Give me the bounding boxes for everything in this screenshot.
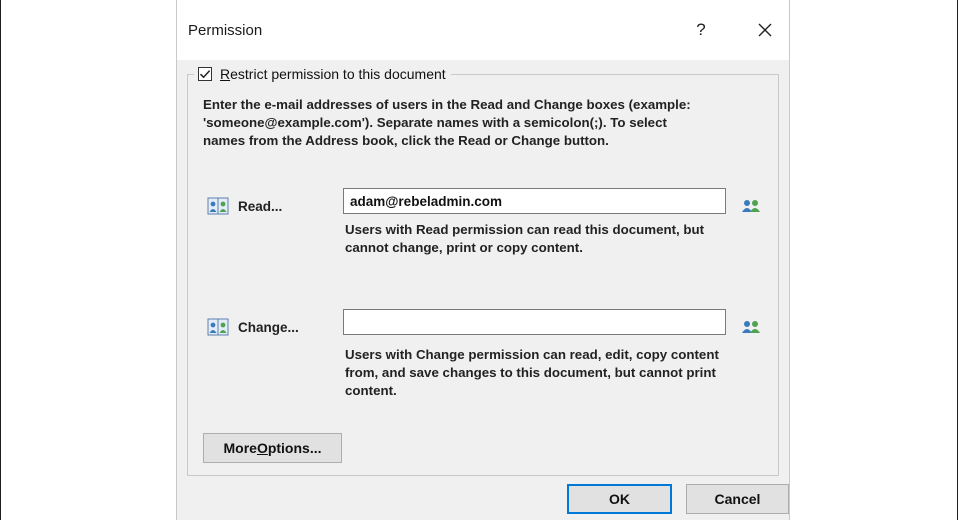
more-options-accesskey: O [256,440,268,456]
read-description: Users with Read permission can read this… [345,222,705,255]
help-button[interactable]: ? [683,14,719,46]
change-address-book-icon[interactable] [741,320,761,334]
checkmark-icon [199,70,211,79]
change-users-input[interactable] [343,309,726,335]
address-book-icon [207,318,229,336]
change-description: Users with Change permission can read, e… [345,347,719,398]
change-button-label: Change... [238,319,299,335]
more-options-button[interactable]: More Options... [203,433,342,463]
permission-dialog: Permission ? Restrict permission to this… [176,0,790,520]
read-address-book-icon[interactable] [741,199,761,213]
close-icon [758,23,772,37]
window-edge-left [0,0,1,520]
read-button-label: Read... [238,198,283,214]
close-button[interactable] [747,14,783,46]
title-bar: Permission ? [177,0,789,60]
restrict-permission-label: Restrict permission to this document [220,66,446,82]
ok-button[interactable]: OK [567,484,672,514]
restrict-permission-checkbox[interactable] [198,67,212,81]
read-users-input[interactable] [343,188,726,214]
change-button[interactable]: Change... [207,315,299,339]
restrict-permission-option[interactable]: Restrict permission to this document [194,64,451,84]
instructions-text: Enter the e-mail addresses of users in t… [203,97,691,148]
address-book-icon [207,197,229,215]
dialog-title: Permission [188,22,263,39]
more-options-prefix: More [223,440,257,456]
read-button[interactable]: Read... [207,194,282,218]
cancel-button[interactable]: Cancel [686,484,789,514]
more-options-rest: ptions... [267,440,322,456]
